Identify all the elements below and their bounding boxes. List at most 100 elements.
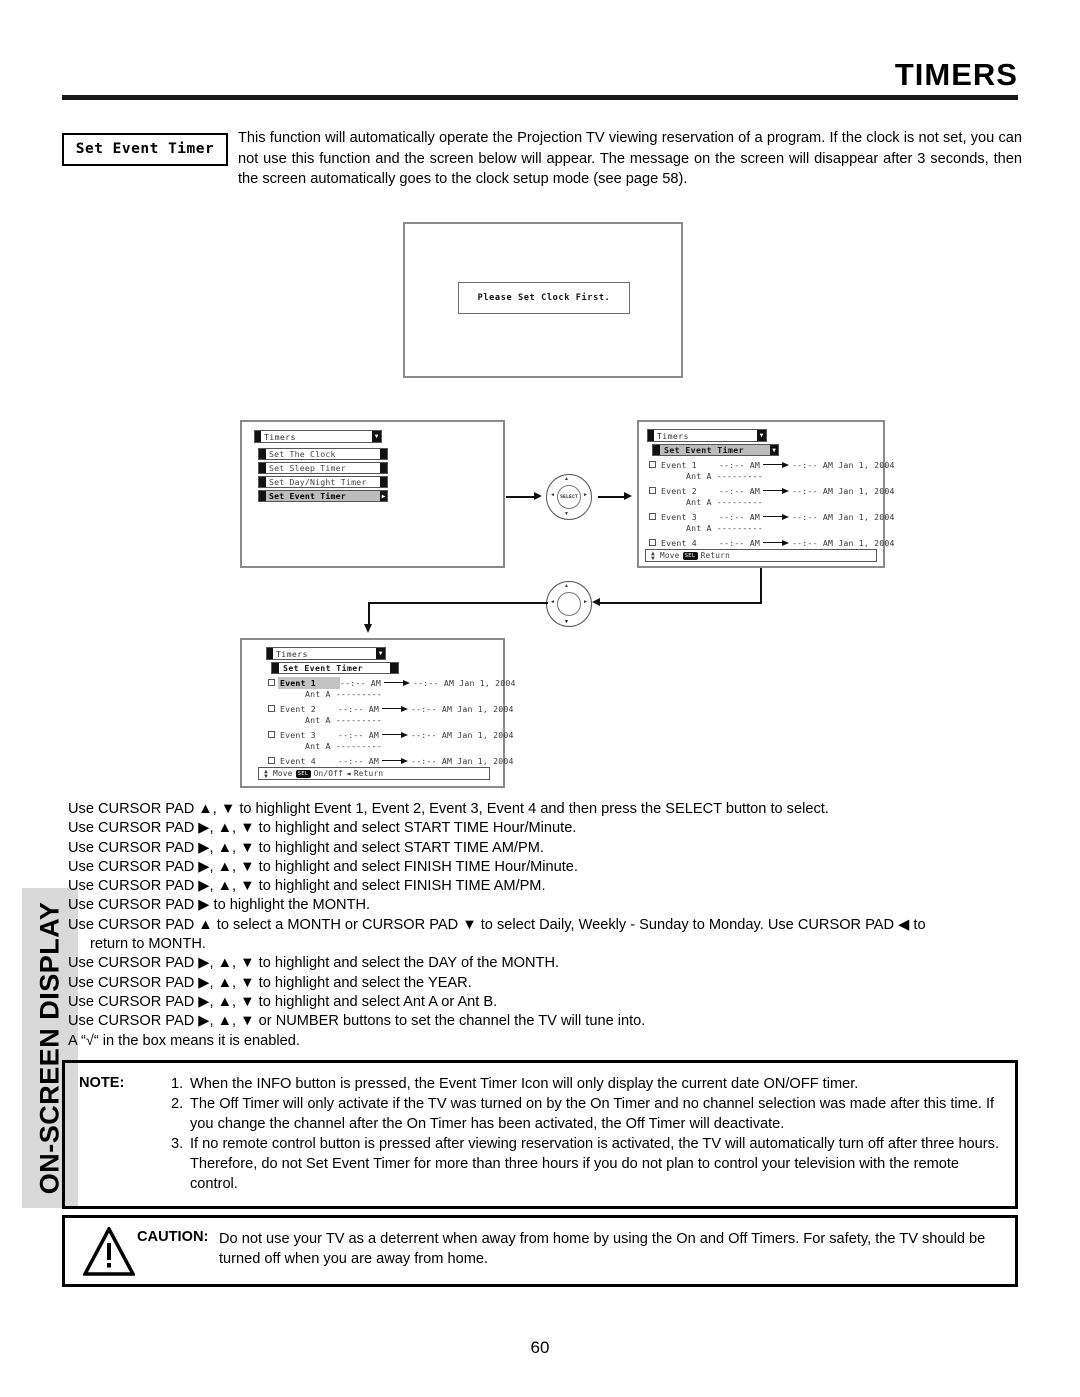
event-finish-time[interactable]: --:-- AM xyxy=(411,756,452,766)
checkbox-icon[interactable] xyxy=(268,731,275,738)
event-antenna[interactable]: Ant A --------- xyxy=(268,689,516,702)
table-row[interactable]: Event 1 --:-- AM --:-- AM Jan 1, 2004 xyxy=(268,676,516,689)
menu-item-marker-icon xyxy=(259,449,266,459)
note-item: 3. If no remote control button is presse… xyxy=(171,1134,1001,1194)
table-row[interactable]: Event 2 --:-- AM --:-- AM Jan 1, 2004 xyxy=(649,484,895,497)
page-header: TIMERS xyxy=(62,58,1018,100)
instruction-line: Use CURSOR PAD ▶, ▲, ▼ to highlight and … xyxy=(68,820,577,837)
checkbox-icon[interactable] xyxy=(268,705,275,712)
submenu-label: Set Event Timer xyxy=(283,663,363,673)
instruction-line: A “√“ in the box means it is enabled. xyxy=(68,1032,300,1049)
chevron-down-icon[interactable]: ▼ xyxy=(372,431,381,442)
instruction-line: Use CURSOR PAD ▶, ▲, ▼ to highlight and … xyxy=(68,993,498,1010)
pad-center-hub[interactable] xyxy=(557,592,581,616)
checkbox-icon[interactable] xyxy=(649,461,656,468)
event-date[interactable]: Jan 1, 2004 xyxy=(457,704,513,714)
event-start-time[interactable]: --:-- AM xyxy=(719,538,760,548)
event-name: Event 1 xyxy=(278,676,340,689)
event-name: Event 3 xyxy=(661,511,697,522)
menu-item-set-sleep-timer[interactable]: Set Sleep Timer xyxy=(258,462,388,474)
table-row[interactable]: Event 4 --:-- AM --:-- AM Jan 1, 2004 xyxy=(649,536,895,549)
menu-item-label: Set Event Timer xyxy=(269,491,346,501)
chevron-down-icon[interactable]: ▼ xyxy=(757,430,766,441)
event-antenna[interactable]: Ant A --------- xyxy=(268,741,516,754)
event-date[interactable]: Jan 1, 2004 xyxy=(457,730,513,740)
footer-return-label: Return xyxy=(353,769,384,778)
event-date[interactable]: Jan 1, 2004 xyxy=(838,486,894,496)
up-down-arrows-icon: ▲ ▼ xyxy=(264,767,268,780)
arrow-right-icon xyxy=(384,679,411,686)
event-date[interactable]: Jan 1, 2004 xyxy=(838,538,894,548)
chevron-down-icon[interactable]: ▼ xyxy=(376,648,385,659)
menu-item-marker-icon xyxy=(259,491,266,501)
tv-screen-event-timer-selected: Timers ▼ Set Event Timer Event 1 --:-- A… xyxy=(240,638,515,788)
section-tab-label: ON-SCREEN DISPLAY xyxy=(34,901,65,1195)
event-finish-time[interactable]: --:-- AM xyxy=(792,486,833,496)
instruction-line: Use CURSOR PAD ▲ to select a MONTH or CU… xyxy=(68,916,926,933)
menu-item-set-day-night-timer[interactable]: Set Day/Night Timer xyxy=(258,476,388,488)
cursor-pad-down[interactable]: ▲ ▼ ◄ ► xyxy=(546,581,592,627)
checkbox-icon[interactable] xyxy=(268,757,275,764)
feature-badge: Set Event Timer xyxy=(62,133,228,166)
event-antenna[interactable]: Ant A --------- xyxy=(649,497,895,510)
event-antenna[interactable]: Ant A --------- xyxy=(268,715,516,728)
event-start-time[interactable]: --:-- AM xyxy=(340,678,381,688)
arrow-right-icon xyxy=(382,731,409,738)
table-row[interactable]: Event 4 --:-- AM --:-- AM Jan 1, 2004 xyxy=(268,754,516,767)
event-finish-time[interactable]: --:-- AM xyxy=(413,678,454,688)
event-name: Event 2 xyxy=(661,485,697,496)
table-row[interactable]: Event 3 --:-- AM --:-- AM Jan 1, 2004 xyxy=(649,510,895,523)
note-item-text: When the INFO button is pressed, the Eve… xyxy=(190,1076,859,1092)
checkbox-icon[interactable] xyxy=(268,679,275,686)
event-finish-time[interactable]: --:-- AM xyxy=(792,460,833,470)
event-date[interactable]: Jan 1, 2004 xyxy=(457,756,513,766)
note-item: 1. When the INFO button is pressed, the … xyxy=(171,1074,1001,1094)
event-start-time[interactable]: --:-- AM xyxy=(338,730,379,740)
table-row[interactable]: Event 1 --:-- AM --:-- AM Jan 1, 2004 xyxy=(649,458,895,471)
checkbox-icon[interactable] xyxy=(649,513,656,520)
checkbox-icon[interactable] xyxy=(649,539,656,546)
chevron-right-icon: ▶ xyxy=(380,491,387,501)
note-item: 2. The Off Timer will only activate if t… xyxy=(171,1094,1001,1134)
event-finish-time[interactable]: --:-- AM xyxy=(411,704,452,714)
event-start-time[interactable]: --:-- AM xyxy=(719,486,760,496)
event-start-time[interactable]: --:-- AM xyxy=(719,460,760,470)
menu-title-label: Timers xyxy=(657,430,689,441)
event-finish-time[interactable]: --:-- AM xyxy=(792,538,833,548)
warning-triangle-icon xyxy=(79,1227,137,1276)
menu-item-end-marker-icon xyxy=(380,477,387,487)
note-item-number: 1. xyxy=(171,1076,184,1092)
event-antenna[interactable]: Ant A --------- xyxy=(649,523,895,536)
event-finish-time[interactable]: --:-- AM xyxy=(411,730,452,740)
note-item-text: If no remote control button is pressed a… xyxy=(190,1136,999,1192)
table-row[interactable]: Event 3 --:-- AM --:-- AM Jan 1, 2004 xyxy=(268,728,516,741)
event-antenna[interactable]: Ant A --------- xyxy=(649,471,895,484)
event-finish-time[interactable]: --:-- AM xyxy=(792,512,833,522)
event-start-time[interactable]: --:-- AM xyxy=(338,704,379,714)
osd-submenu-set-event-timer[interactable]: Set Event Timer ▼ xyxy=(652,444,779,456)
pad-left-arrow-icon: ◄ xyxy=(550,492,555,498)
arrow-right-icon xyxy=(763,513,790,520)
menu-item-set-event-timer[interactable]: Set Event Timer ▶ xyxy=(258,490,388,502)
menu-item-set-the-clock[interactable]: Set The Clock xyxy=(258,448,388,460)
arrow-right-icon xyxy=(624,492,632,500)
event-start-time[interactable]: --:-- AM xyxy=(338,756,379,766)
event-name: Event 4 xyxy=(280,755,316,766)
osd-submenu-set-event-timer[interactable]: Set Event Timer xyxy=(271,662,399,674)
table-row[interactable]: Event 2 --:-- AM --:-- AM Jan 1, 2004 xyxy=(268,702,516,715)
event-date[interactable]: Jan 1, 2004 xyxy=(838,460,894,470)
cursor-pad-select[interactable]: SELECT ▲ ▼ ◄ ► xyxy=(546,474,592,520)
header-divider xyxy=(62,95,1018,100)
arrow-right-icon xyxy=(763,487,790,494)
event-date[interactable]: Jan 1, 2004 xyxy=(838,512,894,522)
event-date[interactable]: Jan 1, 2004 xyxy=(459,678,515,688)
checkbox-icon[interactable] xyxy=(649,487,656,494)
instructions-list: Use CURSOR PAD ▲, ▼ to highlight Event 1… xyxy=(68,800,1018,1051)
flow-line xyxy=(368,602,370,626)
note-item-number: 2. xyxy=(171,1096,184,1112)
arrow-right-icon xyxy=(382,757,409,764)
osd-footer-hints: ▲ ▼ Move SEL On/Off ◄ Return xyxy=(258,767,490,780)
event-start-time[interactable]: --:-- AM xyxy=(719,512,760,522)
arrow-right-icon xyxy=(763,461,790,468)
select-button[interactable]: SELECT xyxy=(557,485,581,509)
